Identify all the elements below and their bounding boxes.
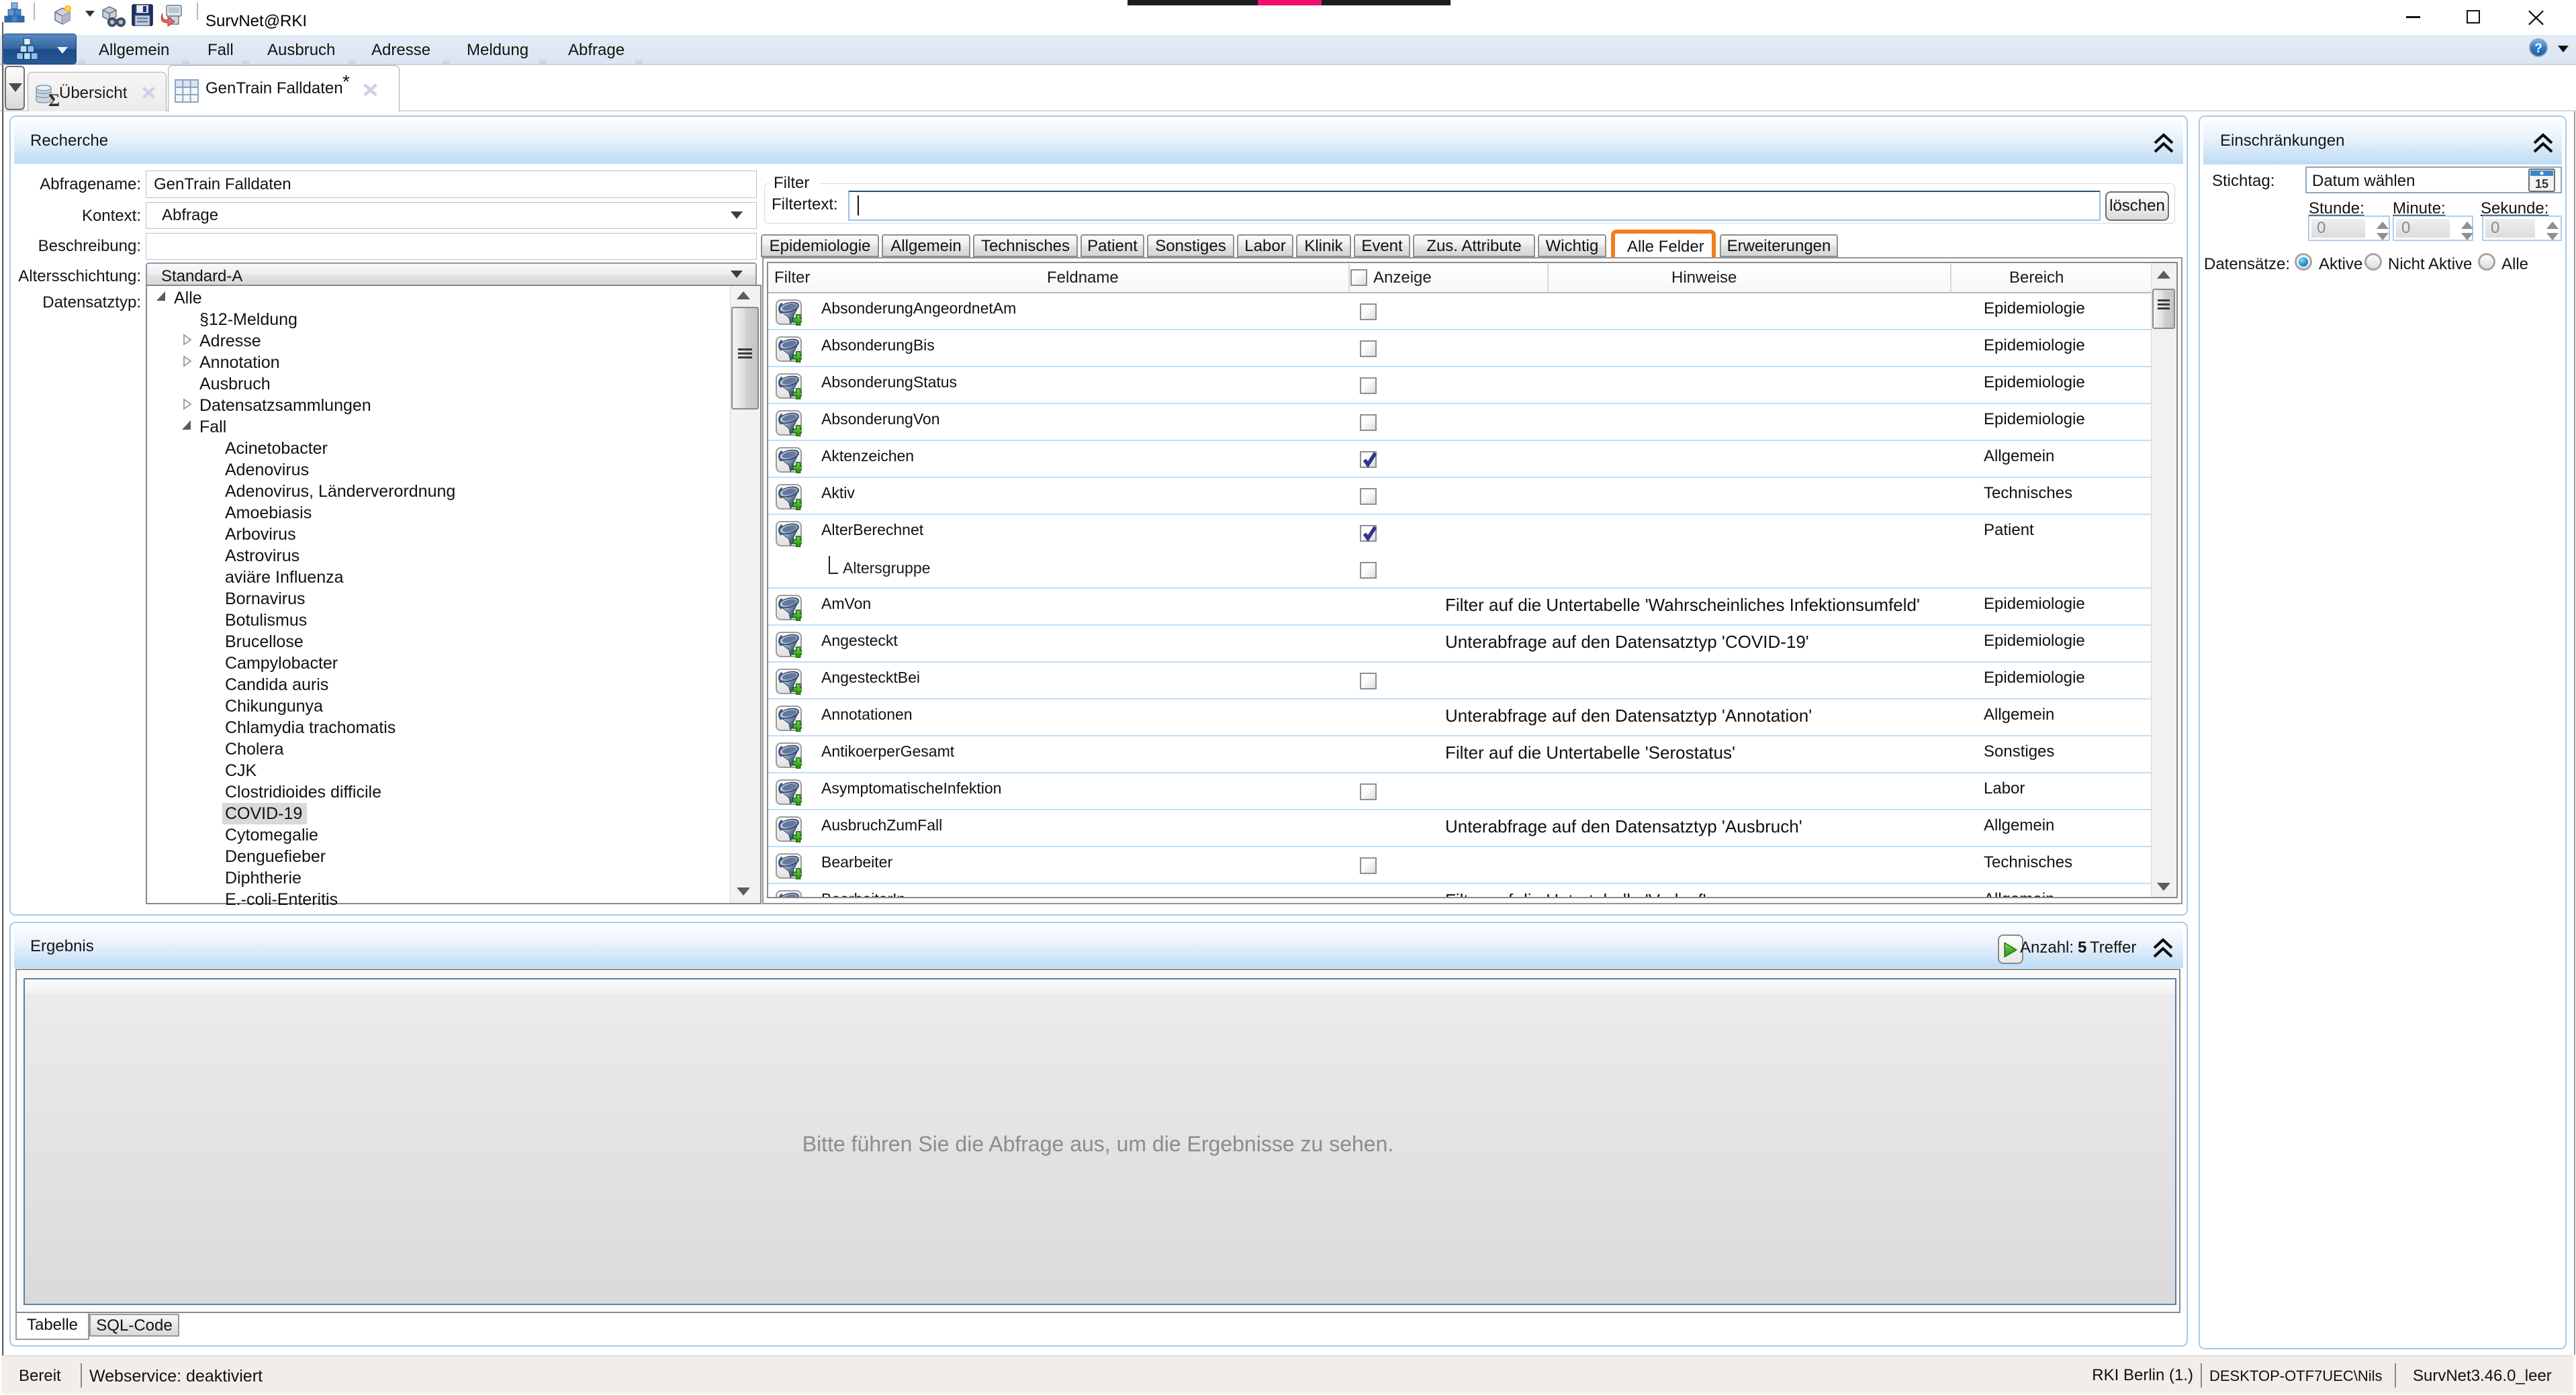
svg-text:Σ: Σ xyxy=(48,91,60,108)
svg-text:15: 15 xyxy=(2535,177,2548,191)
svg-text:?: ? xyxy=(2534,42,2542,56)
